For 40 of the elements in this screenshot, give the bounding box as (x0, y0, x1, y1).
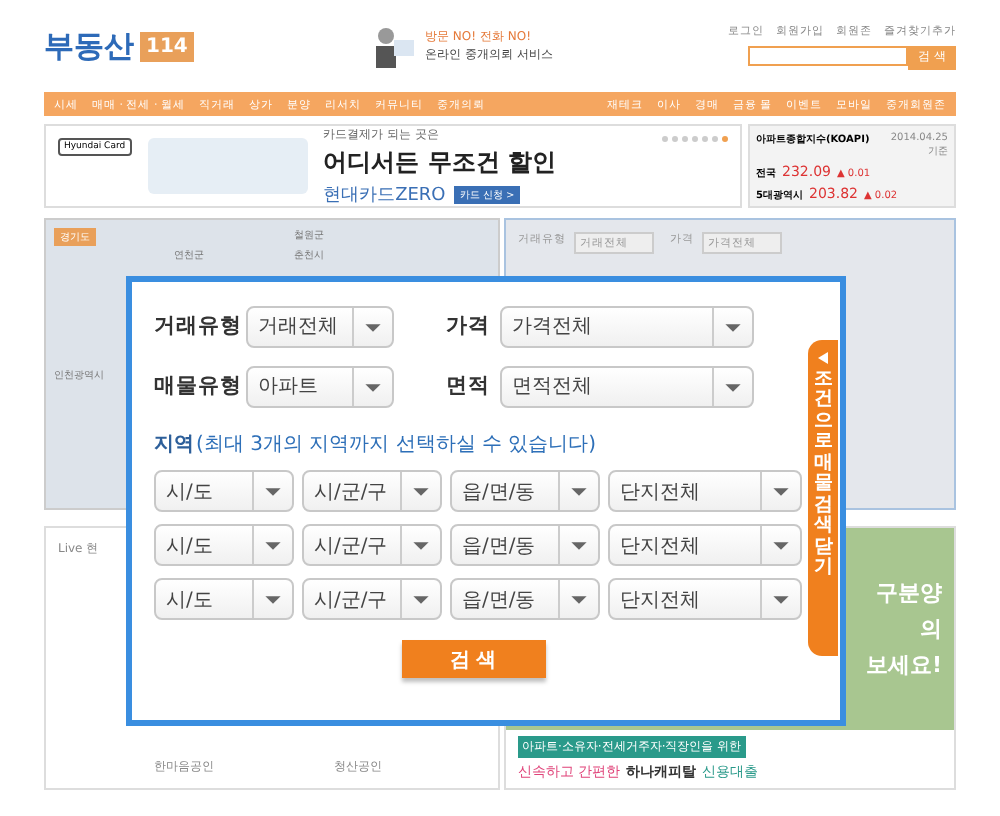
carousel-dot[interactable] (692, 136, 698, 142)
dropdown[interactable]: 단지전체 (608, 470, 802, 512)
dropdown[interactable]: 거래전체 (246, 305, 394, 347)
dropdown[interactable]: 면적전체 (500, 365, 754, 407)
dropdown[interactable]: 시/군/구 (302, 578, 442, 620)
field-label: 가격 (446, 312, 492, 340)
field-label: 매물유형 (154, 372, 244, 400)
close-search-tab[interactable]: 조건으로 매물검색 닫기 (808, 340, 838, 656)
logo-badge[interactable]: 114 (140, 31, 194, 61)
carousel-dot[interactable] (672, 136, 678, 142)
dropdown[interactable]: 가격전체 (500, 305, 754, 347)
search-button[interactable]: 검 색 (401, 640, 545, 678)
dropdown[interactable]: 아파트 (246, 365, 394, 407)
dropdown[interactable]: 읍/면/동 (450, 524, 600, 566)
dropdown[interactable]: 시/군/구 (302, 470, 442, 512)
carousel-dot[interactable] (722, 136, 728, 142)
carousel-dot[interactable] (712, 136, 718, 142)
dropdown[interactable]: 시/도 (154, 524, 294, 566)
logo-text[interactable]: 부동산 (44, 27, 134, 65)
dropdown[interactable]: 단지전체 (608, 524, 802, 566)
dropdown[interactable]: 읍/면/동 (450, 578, 600, 620)
dropdown[interactable]: 읍/면/동 (450, 470, 600, 512)
field-label: 면적 (446, 372, 492, 400)
carousel-dot[interactable] (682, 136, 688, 142)
field-label: 거래유형 (154, 312, 244, 340)
region-label: 지역 (154, 432, 194, 458)
carousel-dot[interactable] (662, 136, 668, 142)
search-field[interactable] (748, 45, 909, 65)
ad-text: 보세요! (865, 650, 942, 680)
dropdown[interactable]: 시/군/구 (302, 524, 442, 566)
region-note: (최대 3개의 지역까지 선택하실 수 있습니다) (196, 432, 597, 458)
dropdown[interactable]: 시/도 (154, 470, 294, 512)
dropdown[interactable]: 시/도 (154, 578, 294, 620)
ad-text: 구분양 (876, 578, 942, 608)
carousel-dot[interactable] (702, 136, 708, 142)
banner-headline: 어디서든 무조건 할인 (323, 145, 556, 179)
ad-text: 의 (920, 614, 942, 644)
left-triangle-icon (818, 352, 828, 364)
banner-product: 현대카드ZERO (323, 183, 446, 207)
dropdown[interactable]: 단지전체 (608, 578, 802, 620)
